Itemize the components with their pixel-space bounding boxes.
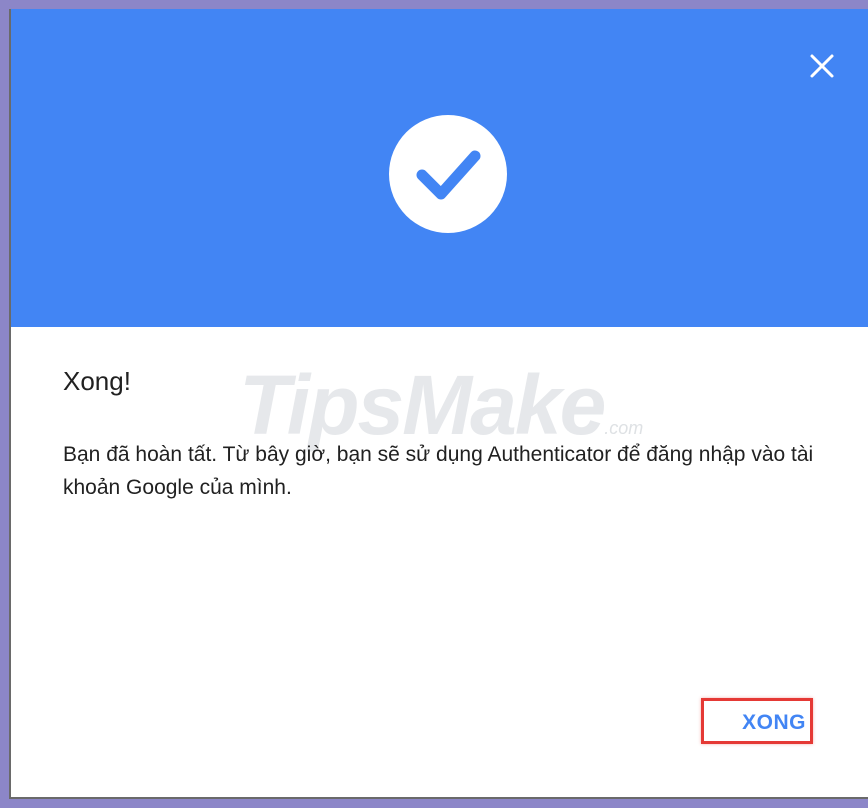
dialog-title: Xong!: [63, 366, 131, 396]
dialog-header: [11, 9, 868, 327]
watermark-suffix: .com: [604, 418, 644, 438]
dialog-message: Bạn đã hoàn tất. Từ bây giờ, bạn sẽ sử d…: [63, 443, 814, 499]
done-button-label: XONG: [742, 711, 806, 734]
close-icon: [810, 54, 834, 78]
success-badge: [389, 115, 507, 233]
done-button[interactable]: XONG: [701, 698, 813, 744]
checkmark-icon: [416, 150, 481, 200]
dialog: TipsMake.com Xong! Bạn đã hoàn tất. Từ b…: [9, 9, 868, 799]
close-button[interactable]: [809, 53, 835, 79]
